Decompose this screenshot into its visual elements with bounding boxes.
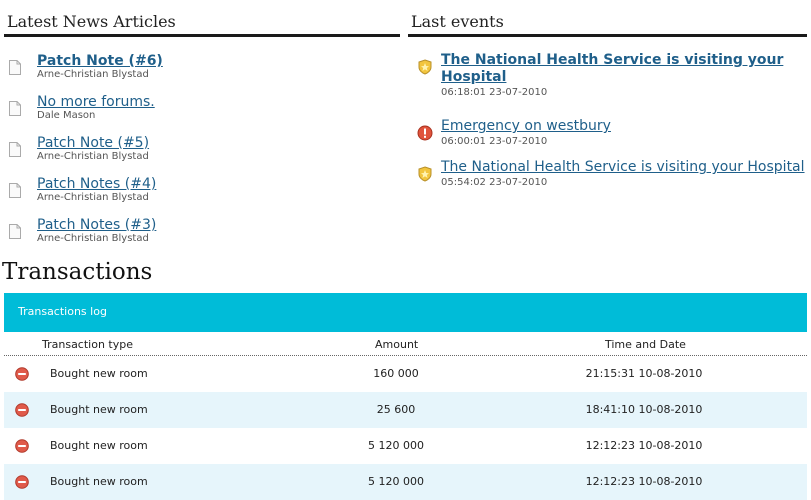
news-author: Arne-Christian Blystad: [37, 192, 149, 203]
event-item: Emergency on westbury 06:00:01 23-07-201…: [412, 118, 807, 159]
transactions-log-header: Transactions log: [4, 293, 807, 332]
news-heading: Latest News Articles: [4, 0, 400, 37]
events-list: The National Health Service is visiting …: [412, 52, 807, 200]
shield-icon: [418, 166, 432, 182]
document-icon: [9, 101, 21, 116]
minus-icon: [15, 475, 29, 489]
event-item: The National Health Service is visiting …: [412, 52, 807, 118]
document-icon: [9, 224, 21, 239]
cell-amount: 5 120 000: [368, 475, 424, 488]
cell-type: Bought new room: [50, 439, 148, 452]
minus-icon: [15, 403, 29, 417]
cell-time: 12:12:23 10-08-2010: [585, 439, 703, 452]
cell-amount: 5 120 000: [368, 439, 424, 452]
news-author: Arne-Christian Blystad: [37, 151, 149, 162]
table-row: Bought new room 160 000 21:15:31 10-08-2…: [4, 356, 807, 392]
column-header-type: Transaction type: [42, 338, 133, 351]
news-author: Arne-Christian Blystad: [37, 69, 149, 80]
minus-icon: [15, 367, 29, 381]
column-header-amount: Amount: [375, 338, 419, 351]
document-icon: [9, 183, 21, 198]
cell-type: Bought new room: [50, 475, 148, 488]
cell-type: Bought new room: [50, 367, 148, 380]
news-panel: Latest News Articles: [4, 0, 400, 37]
event-link[interactable]: The National Health Service is visiting …: [441, 52, 807, 86]
table-row: Bought new room 25 600 18:41:10 10-08-20…: [4, 392, 807, 428]
transactions-log-title: Transactions log: [18, 305, 107, 318]
cell-type: Bought new room: [50, 403, 148, 416]
alert-icon: [417, 125, 433, 141]
shield-icon: [418, 59, 432, 75]
document-icon: [9, 142, 21, 157]
events-panel: Last events: [408, 0, 807, 37]
event-link[interactable]: Emergency on westbury: [441, 118, 807, 135]
news-link[interactable]: No more forums.: [37, 93, 155, 111]
cell-amount: 160 000: [373, 367, 419, 380]
news-link[interactable]: Patch Notes (#3): [37, 216, 156, 234]
column-header-time: Time and Date: [605, 338, 686, 351]
news-link[interactable]: Patch Note (#6): [37, 52, 163, 70]
transactions-title: Transactions: [2, 259, 153, 285]
cell-time: 21:15:31 10-08-2010: [585, 367, 703, 380]
document-icon: [9, 60, 21, 75]
cell-time: 12:12:23 10-08-2010: [585, 475, 703, 488]
news-link[interactable]: Patch Notes (#4): [37, 175, 156, 193]
news-author: Arne-Christian Blystad: [37, 233, 149, 244]
news-author: Dale Mason: [37, 110, 96, 121]
minus-icon: [15, 439, 29, 453]
event-time: 05:54:02 23-07-2010: [441, 177, 548, 188]
cell-amount: 25 600: [376, 403, 416, 416]
event-time: 06:18:01 23-07-2010: [441, 87, 548, 98]
table-row: Bought new room 5 120 000 12:12:23 10-08…: [4, 428, 807, 464]
table-row: Bought new room 5 120 000 12:12:23 10-08…: [4, 464, 807, 500]
events-heading: Last events: [408, 0, 807, 37]
cell-time: 18:41:10 10-08-2010: [585, 403, 703, 416]
table-header: Transaction type Amount Time and Date: [4, 332, 807, 356]
event-time: 06:00:01 23-07-2010: [441, 136, 548, 147]
event-item: The National Health Service is visiting …: [412, 159, 807, 200]
event-link[interactable]: The National Health Service is visiting …: [441, 159, 807, 176]
news-link[interactable]: Patch Note (#5): [37, 134, 149, 152]
